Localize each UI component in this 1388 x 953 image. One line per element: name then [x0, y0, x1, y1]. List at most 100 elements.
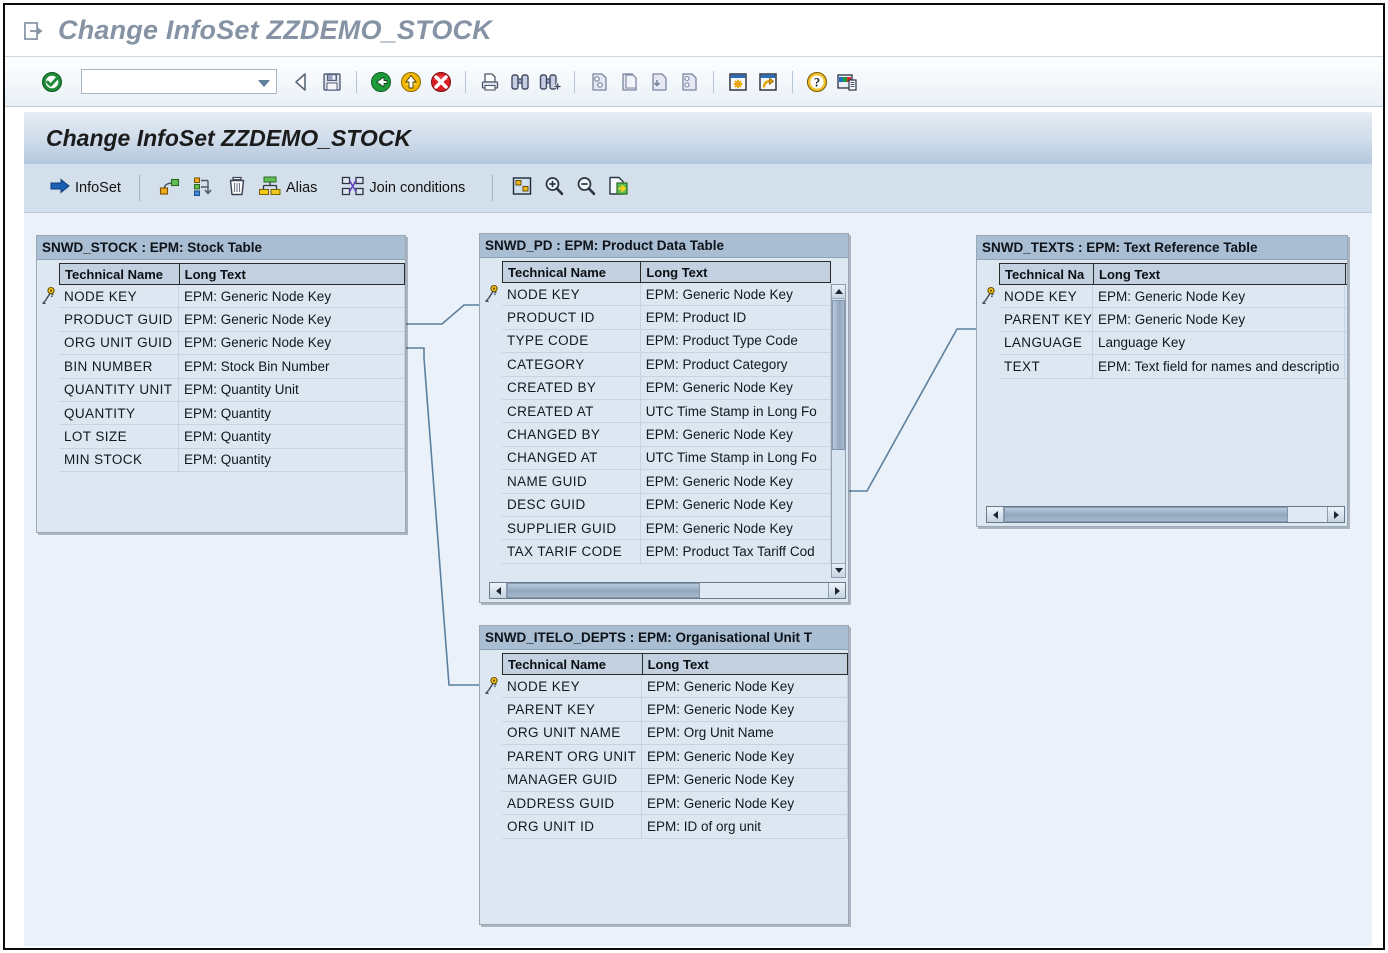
scroll-right-arrow[interactable] — [1327, 507, 1344, 522]
delete-button[interactable] — [221, 172, 253, 204]
last-page-icon[interactable] — [674, 67, 704, 97]
table-node-snwd-stock[interactable]: SNWD_STOCK : EPM: Stock Table Technical … — [36, 235, 406, 533]
scroll-down-arrow[interactable] — [832, 563, 845, 577]
table-row[interactable]: ORG UNIT GUID EPM: Generic Node Key — [59, 331, 405, 356]
table-row[interactable]: ADDRESS GUID EPM: Generic Node Key — [502, 791, 848, 816]
binoculars-icon[interactable] — [505, 67, 535, 97]
insert-table-button[interactable] — [153, 172, 187, 204]
save-disk-icon[interactable] — [317, 67, 347, 97]
cell-long-text: EPM: Stock Bin Number — [179, 355, 405, 378]
field-grid[interactable]: Technical Name Long Text NODE KEY EPM: G… — [502, 653, 848, 924]
infoset-diagram-canvas[interactable]: SNWD_STOCK : EPM: Stock Table Technical … — [24, 213, 1372, 946]
table-row[interactable]: NODE KEY EPM: Generic Node Key — [502, 675, 848, 699]
binoculars-plus-icon[interactable] — [535, 67, 565, 97]
chevron-down-icon[interactable] — [258, 79, 270, 87]
command-input[interactable] — [82, 70, 276, 93]
column-header-long-text[interactable]: Long Text — [180, 264, 405, 284]
table-row[interactable]: PARENT KEY EPM: Generic Node Key — [999, 308, 1347, 332]
table-row[interactable]: TYPE CODE EPM: Product Type Code — [502, 329, 831, 354]
table-row[interactable]: LANGUAGE Language Key — [999, 331, 1347, 356]
field-grid[interactable]: Technical Name Long Text NODE KEY EPM: G… — [59, 263, 405, 532]
cell-technical-name: TYPE CODE — [502, 329, 641, 353]
next-page-icon[interactable] — [644, 67, 674, 97]
table-row[interactable]: ORG UNIT ID EPM: ID of org unit — [502, 815, 848, 839]
alias-button[interactable]: Alias — [253, 172, 322, 204]
table-row[interactable]: NAME GUID EPM: Generic Node Key — [502, 470, 831, 494]
grid-header-row: Technical Name Long Text — [502, 261, 831, 283]
table-row[interactable]: CREATED AT UTC Time Stamp in Long Fo — [502, 399, 831, 424]
layout-menu-icon[interactable] — [832, 67, 862, 97]
cell-technical-name: ORG UNIT NAME — [502, 721, 642, 745]
scroll-thumb-horizontal[interactable] — [1004, 507, 1289, 522]
table-row[interactable]: TEXT EPM: Text field for names and descr… — [999, 355, 1347, 379]
column-header-long-text[interactable]: Long Text — [643, 654, 848, 674]
vertical-scrollbar[interactable] — [831, 284, 846, 578]
table-row[interactable]: NODE KEY EPM: Generic Node Key — [59, 285, 405, 309]
table-row[interactable]: PARENT KEY EPM: Generic Node Key — [502, 698, 848, 722]
table-row[interactable]: TAX TARIF CODE EPM: Product Tax Tariff C… — [502, 540, 831, 564]
table-row[interactable]: QUANTITY EPM: Quantity — [59, 401, 405, 426]
scroll-thumb-vertical[interactable] — [832, 300, 845, 450]
table-row[interactable]: NODE KEY EPM: Generic Node Key — [999, 285, 1347, 309]
table-node-snwd-itelo-depts[interactable]: SNWD_ITELO_DEPTS : EPM: Organisational U… — [479, 625, 849, 925]
new-session-icon[interactable] — [723, 67, 753, 97]
table-row[interactable]: CATEGORY EPM: Product Category — [502, 353, 831, 377]
table-row[interactable]: PARENT ORG UNIT EPM: Generic Node Key — [502, 745, 848, 769]
infoset-button[interactable]: InfoSet — [44, 172, 126, 204]
grid-header-row: Technical Name Long Text — [502, 653, 848, 675]
table-row[interactable]: LOT SIZE EPM: Quantity — [59, 425, 405, 449]
column-header-technical-name[interactable]: Technical Name — [503, 654, 643, 674]
field-grid[interactable]: Technical Na Long Text NODE KEY EPM: Gen… — [999, 263, 1347, 502]
scroll-right-arrow[interactable] — [828, 583, 845, 598]
key-gutter — [37, 260, 59, 532]
arrange-button[interactable] — [187, 172, 221, 204]
scroll-up-arrow[interactable] — [832, 285, 845, 299]
horizontal-scrollbar[interactable] — [986, 506, 1345, 523]
cell-technical-name: PRODUCT ID — [502, 306, 641, 329]
overview-button[interactable] — [506, 172, 538, 204]
table-row[interactable]: QUANTITY UNIT EPM: Quantity Unit — [59, 378, 405, 402]
column-header-technical-name[interactable]: Technical Name — [503, 262, 642, 282]
table-row[interactable]: MIN STOCK EPM: Quantity — [59, 448, 405, 473]
previous-page-icon[interactable] — [614, 67, 644, 97]
command-field[interactable] — [81, 69, 277, 94]
help-question-icon[interactable]: ? — [802, 67, 832, 97]
export-button[interactable] — [602, 172, 634, 204]
column-header-technical-name[interactable]: Technical Na — [1000, 264, 1094, 284]
scroll-track-horizontal[interactable] — [507, 583, 828, 598]
back-triangle-icon[interactable] — [287, 67, 317, 97]
table-row[interactable]: CREATED BY EPM: Generic Node Key — [502, 376, 831, 400]
shortcut-arrow-icon[interactable] — [753, 67, 783, 97]
printer-icon[interactable] — [475, 67, 505, 97]
scroll-thumb-horizontal[interactable] — [507, 583, 700, 598]
enter-check-icon[interactable] — [37, 67, 67, 97]
red-cancel-icon[interactable] — [426, 67, 456, 97]
zoom-in-button[interactable] — [538, 172, 570, 204]
field-grid[interactable]: Technical Name Long Text NODE KEY EPM: G… — [502, 261, 831, 580]
table-row[interactable]: PRODUCT GUID EPM: Generic Node Key — [59, 308, 405, 332]
horizontal-scrollbar[interactable] — [489, 582, 846, 599]
table-node-snwd-texts[interactable]: SNWD_TEXTS : EPM: Text Reference Table T… — [976, 235, 1348, 527]
join-conditions-button[interactable]: Join conditions — [336, 172, 470, 204]
column-header-technical-name[interactable]: Technical Name — [60, 264, 180, 284]
scroll-track-horizontal[interactable] — [1004, 507, 1327, 522]
green-back-arrow-icon[interactable] — [366, 67, 396, 97]
table-row[interactable]: MANAGER GUID EPM: Generic Node Key — [502, 768, 848, 792]
cell-long-text: UTC Time Stamp in Long Fo — [641, 399, 831, 423]
table-row[interactable]: CHANGED BY EPM: Generic Node Key — [502, 423, 831, 447]
column-header-long-text[interactable]: Long Text — [641, 262, 831, 282]
table-row[interactable]: NODE KEY EPM: Generic Node Key — [502, 283, 831, 307]
table-row[interactable]: SUPPLIER GUID EPM: Generic Node Key — [502, 516, 831, 541]
scroll-left-arrow[interactable] — [987, 507, 1004, 522]
table-row[interactable]: DESC GUID EPM: Generic Node Key — [502, 493, 831, 517]
first-page-icon[interactable] — [584, 67, 614, 97]
yellow-exit-arrow-icon[interactable] — [396, 67, 426, 97]
column-header-long-text[interactable]: Long Text — [1094, 264, 1346, 284]
zoom-out-button[interactable] — [570, 172, 602, 204]
table-row[interactable]: BIN NUMBER EPM: Stock Bin Number — [59, 355, 405, 379]
scroll-left-arrow[interactable] — [490, 583, 507, 598]
table-row[interactable]: PRODUCT ID EPM: Product ID — [502, 306, 831, 330]
table-node-snwd-pd[interactable]: SNWD_PD : EPM: Product Data Table Techni… — [479, 233, 849, 603]
table-row[interactable]: CHANGED AT UTC Time Stamp in Long Fo — [502, 446, 831, 471]
table-row[interactable]: ORG UNIT NAME EPM: Org Unit Name — [502, 721, 848, 746]
